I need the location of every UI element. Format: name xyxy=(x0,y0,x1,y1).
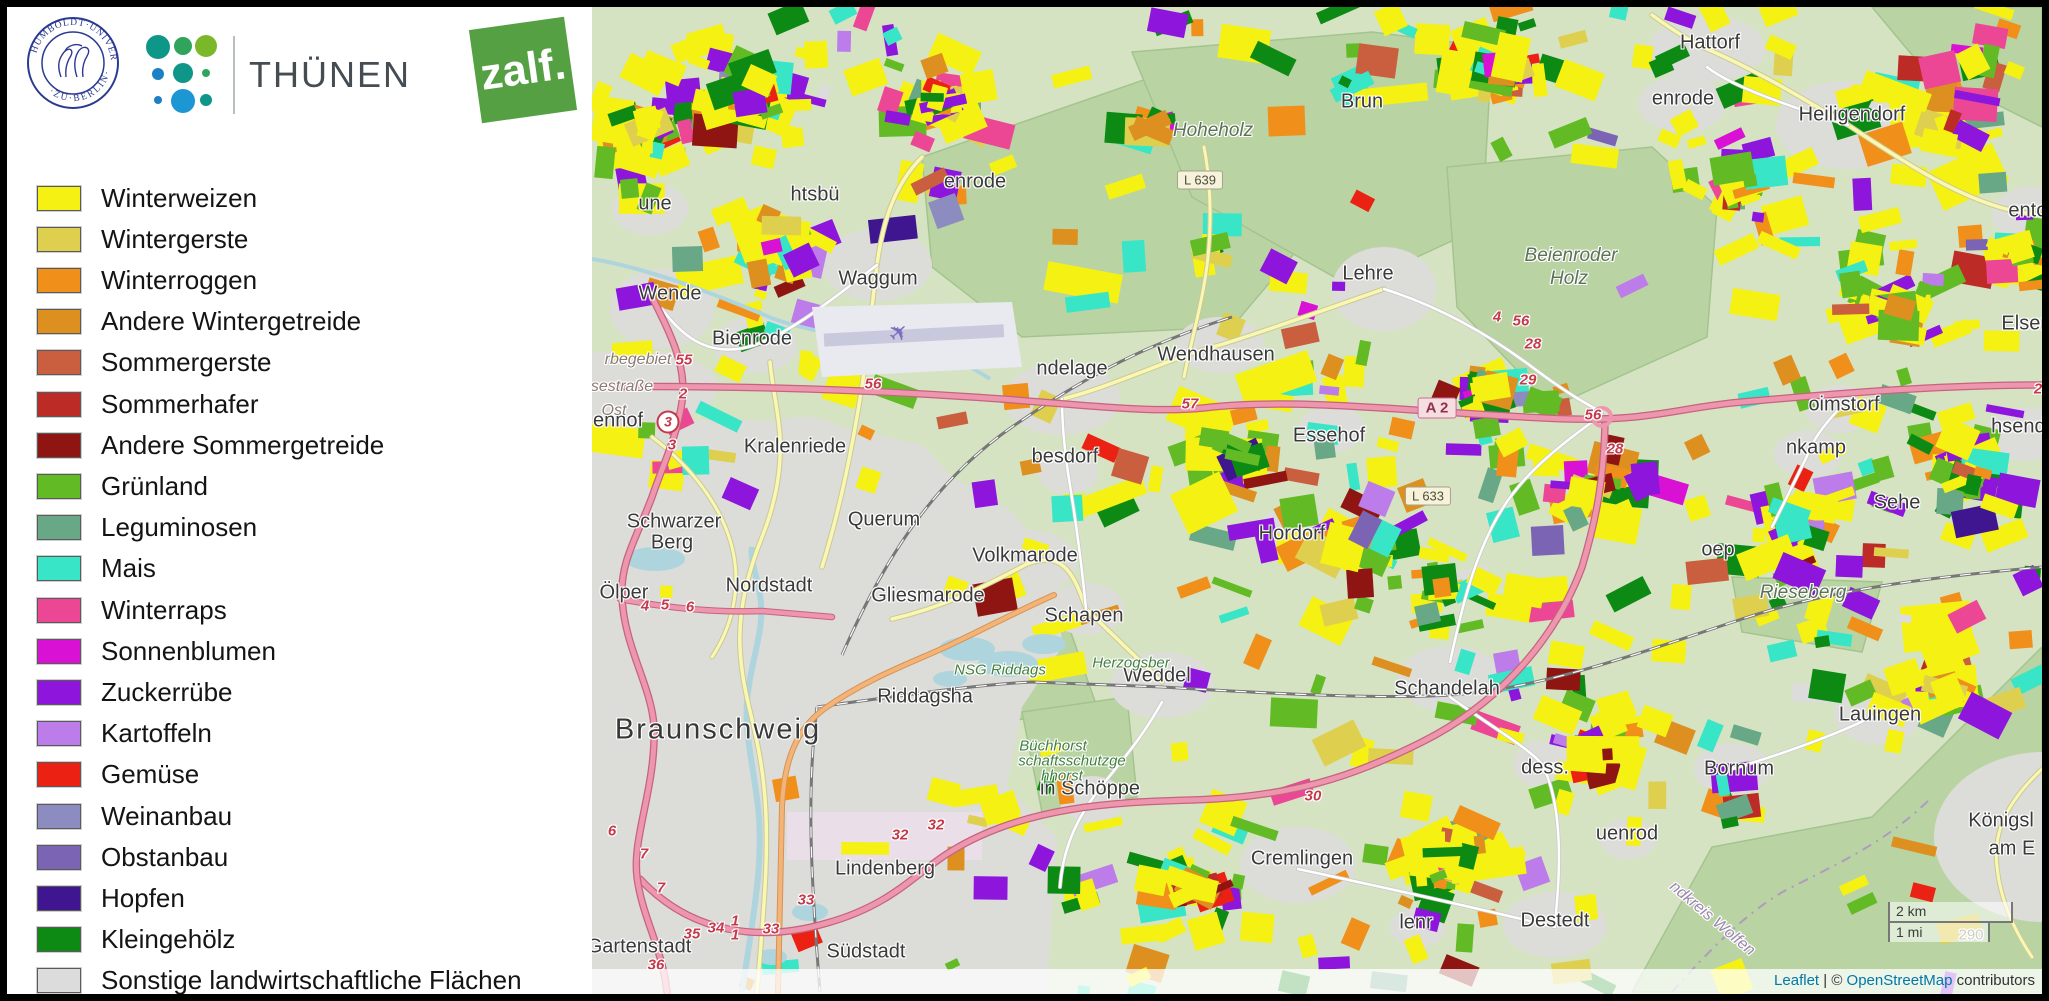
legend-label: Grünland xyxy=(101,471,208,502)
legend-row: Sommerhafer xyxy=(37,389,259,419)
legend-row: Obstanbau xyxy=(37,842,228,872)
legend-row: Sommergerste xyxy=(37,348,272,378)
legend-swatch xyxy=(37,845,81,870)
legend-row: Winterweizen xyxy=(37,183,257,213)
legend-swatch xyxy=(37,804,81,829)
legend-label: Winterraps xyxy=(101,595,227,626)
legend-swatch xyxy=(37,474,81,499)
legend-swatch xyxy=(37,227,81,252)
legend-row: Hopfen xyxy=(37,883,185,913)
legend-row: Zuckerrübe xyxy=(37,677,233,707)
legend-swatch xyxy=(37,556,81,581)
legend-row: Kartoffeln xyxy=(37,719,212,749)
legend-row: Winterroggen xyxy=(37,265,257,295)
legend-label: Andere Wintergetreide xyxy=(101,306,361,337)
crop-legend: Winterweizen Wintergerste Winterroggen Ande… xyxy=(7,7,592,994)
scale-control: 2 km 1 mi xyxy=(1888,902,2013,942)
legend-label: Winterroggen xyxy=(101,265,257,296)
legend-swatch xyxy=(37,186,81,211)
legend-row: Andere Wintergetreide xyxy=(37,307,361,337)
attribution-contributors: contributors xyxy=(1952,972,2035,989)
legend-label: Kleingehölz xyxy=(101,924,235,955)
legend-label: Obstanbau xyxy=(101,842,228,873)
legend-swatch xyxy=(37,598,81,623)
legend-label: Winterweizen xyxy=(101,183,257,214)
legend-swatch xyxy=(37,392,81,417)
map-canvas[interactable]: ✈ uneWendeenhofBienrodeWaggumhtsbüenrode… xyxy=(592,7,2042,994)
legend-row: Andere Sommergetreide xyxy=(37,430,384,460)
scale-km: 2 km xyxy=(1888,902,2013,923)
legend-swatch xyxy=(37,721,81,746)
legend-swatch xyxy=(37,968,81,993)
legend-swatch xyxy=(37,309,81,334)
legend-swatch xyxy=(37,350,81,375)
legend-swatch xyxy=(37,268,81,293)
legend-row: Winterraps xyxy=(37,595,227,625)
legend-swatch xyxy=(37,639,81,664)
legend-swatch xyxy=(37,762,81,787)
legend-row: Kleingehölz xyxy=(37,925,235,955)
legend-label: Kartoffeln xyxy=(101,718,212,749)
legend-label: Zuckerrübe xyxy=(101,677,233,708)
legend-label: Andere Sommergetreide xyxy=(101,430,384,461)
legend-row: Gemüse xyxy=(37,760,199,790)
legend-label: Leguminosen xyxy=(101,512,257,543)
attribution-bar: Leaflet | © OpenStreetMap contributors xyxy=(592,969,2042,994)
legend-label: Gemüse xyxy=(101,759,199,790)
legend-row: Sonstige landwirtschaftliche Flächen xyxy=(37,966,522,996)
legend-row: Grünland xyxy=(37,471,208,501)
map-graphic: ✈ xyxy=(592,7,2042,994)
legend-row: Weinanbau xyxy=(37,801,232,831)
legend-swatch xyxy=(37,433,81,458)
legend-row: Mais xyxy=(37,554,156,584)
legend-swatch xyxy=(37,927,81,952)
legend-label: Sommergerste xyxy=(101,347,272,378)
legend-label: Hopfen xyxy=(101,883,185,914)
legend-label: Sommerhafer xyxy=(101,389,259,420)
legend-row: Leguminosen xyxy=(37,513,257,543)
legend-panel: HUMBOLDT·UNIVERSITÄT ·ZU·BERLIN· xyxy=(7,7,592,994)
legend-label: Sonstige landwirtschaftliche Flächen xyxy=(101,965,522,996)
legend-swatch xyxy=(37,680,81,705)
legend-row: Sonnenblumen xyxy=(37,636,276,666)
legend-label: Wintergerste xyxy=(101,224,248,255)
screenshot-frame: HUMBOLDT·UNIVERSITÄT ·ZU·BERLIN· xyxy=(0,0,2049,1001)
legend-swatch xyxy=(37,515,81,540)
legend-label: Mais xyxy=(101,553,156,584)
legend-label: Weinanbau xyxy=(101,801,232,832)
osm-link[interactable]: OpenStreetMap xyxy=(1847,972,1953,989)
leaflet-link[interactable]: Leaflet xyxy=(1774,972,1819,989)
legend-swatch xyxy=(37,886,81,911)
scale-mi: 1 mi xyxy=(1888,921,1990,942)
legend-row: Wintergerste xyxy=(37,224,248,254)
attribution-sep: | © xyxy=(1819,972,1846,989)
legend-label: Sonnenblumen xyxy=(101,636,276,667)
